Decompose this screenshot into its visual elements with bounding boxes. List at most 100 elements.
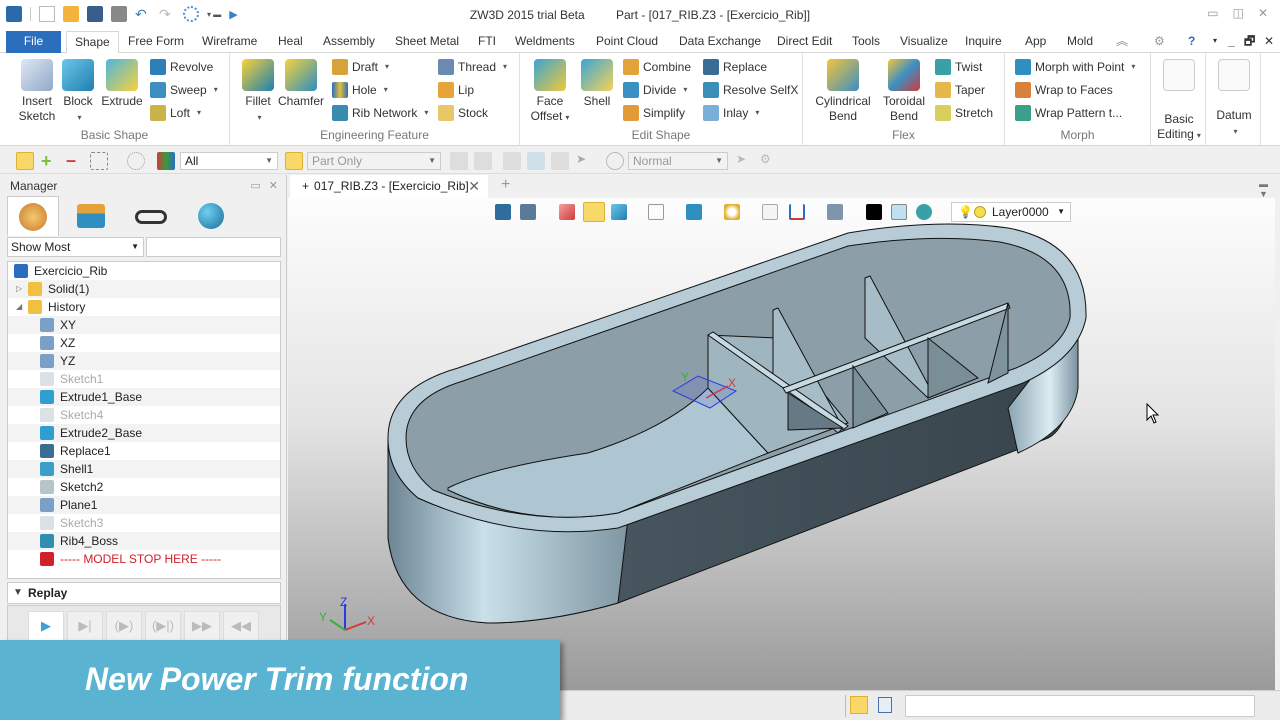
stretch-button[interactable]: Stretch [935, 103, 993, 123]
collapse-icon[interactable]: ◢ [16, 298, 22, 316]
wrap-to-faces-button[interactable]: Wrap to Faces [1015, 80, 1113, 100]
tab-app[interactable]: App [1017, 31, 1054, 53]
part-scope-icon[interactable] [285, 152, 303, 170]
add-icon[interactable]: + [41, 152, 59, 170]
command-input[interactable] [905, 695, 1255, 717]
tree-item[interactable]: Extrude2_Base [8, 424, 280, 442]
fillet-button[interactable]: Fillet ▾ [236, 59, 280, 125]
combine-button[interactable]: Combine [623, 57, 691, 77]
tab-data-exchange[interactable]: Data Exchange [671, 31, 769, 53]
close-icon[interactable]: ✕ [1258, 6, 1268, 20]
tab-history-manager[interactable] [7, 196, 59, 236]
tab-file[interactable]: File [6, 31, 61, 53]
tree-filter-input[interactable] [146, 237, 281, 257]
box-select-icon[interactable] [90, 152, 108, 170]
new-tab-icon[interactable]: + [501, 176, 510, 194]
pick-settings-icon[interactable]: ⚙ [760, 152, 778, 170]
tree-item[interactable]: Sketch1 [8, 370, 280, 388]
morph-with-point-button[interactable]: Morph with Point ▾ [1015, 57, 1135, 77]
tab-weldments[interactable]: Weldments [507, 31, 583, 53]
tab-visualize[interactable]: Visualize [892, 31, 956, 53]
stack-deselect-icon[interactable] [551, 152, 569, 170]
stack-icon[interactable] [503, 152, 521, 170]
filter-select[interactable]: All ▼ [180, 152, 278, 170]
toroidal-bend-button[interactable]: Toroidal Bend [881, 59, 927, 124]
replay-play-to-next-button[interactable]: (▶|) [145, 611, 181, 641]
cylindrical-bend-button[interactable]: Cylindrical Bend [813, 59, 873, 124]
tree-item[interactable]: Plane1 [8, 496, 280, 514]
datum-button[interactable]: Datum ▾ [1211, 59, 1257, 139]
tree-item[interactable]: YZ [8, 352, 280, 370]
wrap-pattern-button[interactable]: Wrap Pattern t... [1015, 103, 1122, 123]
tab-sheet-metal[interactable]: Sheet Metal [387, 31, 467, 53]
cursor-icon[interactable]: ➤ [736, 152, 754, 170]
taper-button[interactable]: Taper [935, 80, 985, 100]
shell-button[interactable]: Shell [580, 59, 614, 109]
message-list-icon[interactable] [878, 697, 892, 713]
stack-select-icon[interactable] [527, 152, 545, 170]
tab-heal[interactable]: Heal [270, 31, 311, 53]
inlay-button[interactable]: Inlay ▾ [703, 103, 759, 123]
insert-sketch-button[interactable]: Insert Sketch [12, 59, 62, 124]
tab-shape[interactable]: Shape [66, 31, 119, 54]
tree-item[interactable]: Replace1 [8, 442, 280, 460]
tree-item[interactable]: Extrude1_Base [8, 388, 280, 406]
divide-button[interactable]: Divide ▾ [623, 80, 687, 100]
replay-play-button[interactable]: ▶ [28, 611, 64, 641]
minimize-icon[interactable]: ▭ [1207, 6, 1218, 20]
manager-close-icon[interactable]: ✕ [269, 179, 278, 192]
basic-editing-button[interactable]: Basic Editing ▾ [1156, 59, 1202, 143]
tree-item[interactable]: ----- MODEL STOP HERE ----- [8, 550, 280, 568]
tab-view-manager[interactable] [125, 196, 177, 236]
tree-item[interactable]: Sketch4 [8, 406, 280, 424]
tab-assembly[interactable]: Assembly [315, 31, 383, 53]
thread-button[interactable]: Thread ▾ [438, 57, 507, 77]
remove-icon[interactable]: – [66, 151, 84, 170]
replay-fast-forward-button[interactable]: ▶▶ [184, 611, 220, 641]
tab-wireframe[interactable]: Wireframe [194, 31, 265, 53]
tab-point-cloud[interactable]: Point Cloud [588, 31, 666, 53]
display-filter-select[interactable]: Show Most ▼ [7, 237, 144, 257]
replay-rewind-button[interactable]: ◀◀ [223, 611, 259, 641]
chamfer-button[interactable]: Chamfer [276, 59, 326, 109]
tab-list-icon[interactable]: ▬ ▼ [1259, 179, 1268, 199]
filter-icon[interactable] [157, 152, 175, 170]
resolve-selfx-button[interactable]: Resolve SelfX [703, 80, 798, 100]
tab-inquire[interactable]: Inquire [957, 31, 1010, 53]
hole-button[interactable]: Hole ▾ [332, 80, 388, 100]
stock-button[interactable]: Stock [438, 103, 488, 123]
revolve-button[interactable]: Revolve [150, 57, 213, 77]
tree-item[interactable]: Rib4_Boss [8, 532, 280, 550]
expand-icon[interactable]: ▷ [16, 280, 22, 298]
tree-item[interactable]: XY [8, 316, 280, 334]
tree-item[interactable]: Exercicio_Rib [8, 262, 280, 280]
select-pointer-icon[interactable] [16, 152, 34, 170]
restore-icon[interactable]: ◫ [1233, 6, 1244, 20]
tab-visual-manager[interactable] [185, 196, 237, 236]
tree-item[interactable]: Sketch3 [8, 514, 280, 532]
rib-network-button[interactable]: Rib Network ▾ [332, 103, 428, 123]
simplify-button[interactable]: Simplify [623, 103, 685, 123]
help-icon[interactable]: ? [1180, 31, 1203, 53]
extrude-button[interactable]: Extrude [100, 59, 144, 109]
replay-header[interactable]: ▼ Replay [7, 582, 281, 604]
tab-free-form[interactable]: Free Form [120, 31, 192, 53]
float-icon[interactable]: ▭ [250, 179, 260, 192]
lip-button[interactable]: Lip [438, 80, 474, 100]
tree-item[interactable]: ▷ Solid(1) [8, 280, 280, 298]
collapse-ribbon-icon[interactable]: ︽ [1108, 31, 1136, 53]
loft-button[interactable]: Loft ▾ [150, 103, 201, 123]
snap-icon[interactable] [606, 152, 624, 170]
tab-close-icon[interactable]: ✕ [468, 175, 480, 197]
sweep-button[interactable]: Sweep ▾ [150, 80, 218, 100]
block-button[interactable]: Block ▾ [60, 59, 96, 125]
pick-icon[interactable]: ➤ [576, 152, 594, 170]
toolbox-icon[interactable] [850, 696, 868, 714]
mode-select[interactable]: Normal ▼ [628, 152, 728, 170]
replace-button[interactable]: Replace [703, 57, 767, 77]
tab-direct-edit[interactable]: Direct Edit [769, 31, 840, 53]
draft-button[interactable]: Draft ▾ [332, 57, 389, 77]
tree-item[interactable]: XZ [8, 334, 280, 352]
replay-play-next-button[interactable]: (▶) [106, 611, 142, 641]
tree-item[interactable]: Shell1 [8, 460, 280, 478]
